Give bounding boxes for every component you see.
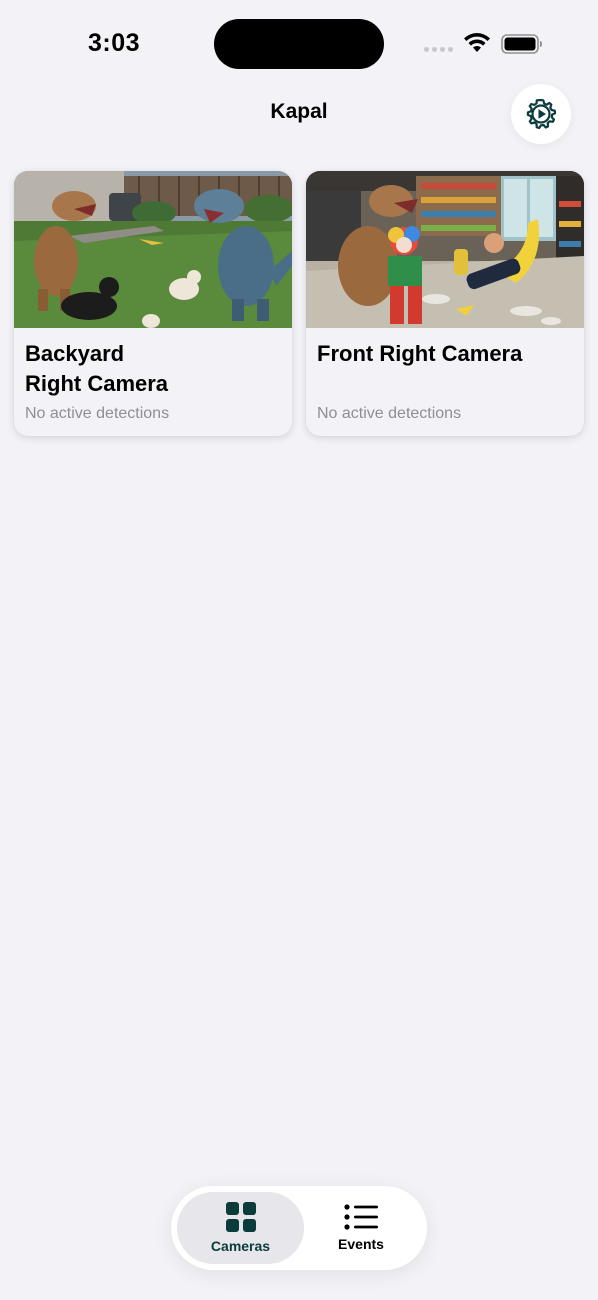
tab-events[interactable]: Events [301, 1192, 421, 1264]
settings-button[interactable] [511, 84, 571, 144]
camera-card[interactable]: Front Right Camera No active detections [306, 171, 584, 436]
wifi-icon [464, 33, 490, 52]
camera-thumbnail [306, 171, 584, 328]
status-time: 3:03 [88, 29, 141, 57]
cellular-signal-icon [424, 45, 454, 53]
battery-icon [501, 34, 542, 54]
camera-grid: Backyard Right Camera No active detectio… [14, 171, 584, 436]
status-bar: 3:03 [0, 0, 598, 88]
dynamic-island [214, 19, 384, 69]
list-icon [344, 1204, 378, 1230]
tab-bar: Cameras Events [171, 1186, 427, 1270]
settings-gear-icon [526, 98, 557, 130]
tab-label: Cameras [210, 1238, 271, 1254]
detection-status: No active detections [317, 405, 462, 422]
grid-icon [225, 1202, 256, 1232]
camera-name: Backyard Right Camera [25, 341, 169, 396]
camera-name: Front Right Camera [317, 341, 523, 366]
page-title: Kapal [270, 100, 328, 123]
detection-status: No active detections [25, 405, 170, 422]
camera-thumbnail [14, 171, 292, 328]
tab-cameras[interactable]: Cameras [177, 1192, 304, 1264]
app-screen: 3:03 Kapal Backyard Right Camera No acti… [0, 0, 598, 1300]
tab-label: Events [338, 1236, 384, 1252]
camera-card[interactable]: Backyard Right Camera No active detectio… [14, 171, 292, 436]
